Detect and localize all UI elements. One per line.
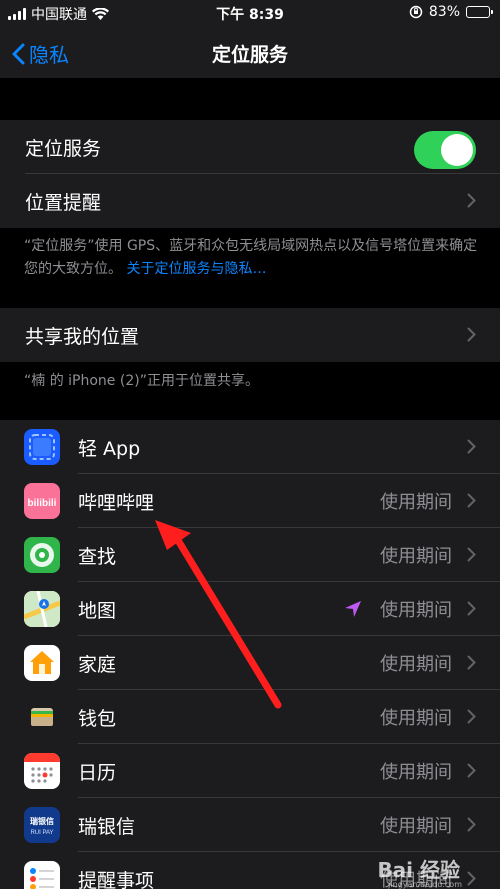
app-permission: 使用期间 [380,492,452,513]
app-name: 轻 App [78,437,141,460]
app-permission: 使用期间 [380,816,452,837]
app-name: 查找 [78,545,117,568]
page-title: 定位服务 [211,44,288,66]
app-list: 轻 App bilibili 哔哩哔哩 使用期间 查找 使用期间 地图 使用期间 [0,420,500,889]
app-permission: 使用期间 [380,600,452,621]
app-row-bilibili[interactable]: bilibili 哔哩哔哩 使用期间 [0,474,500,528]
status-bar: 中国联通 下午 8:39 83% [0,0,500,26]
app-clips-icon [24,429,60,465]
share-my-location-label: 共享我的位置 [25,325,140,348]
app-name: 提醒事项 [78,869,155,889]
location-services-row: 定位服务 [0,120,500,174]
calendar-icon [24,753,60,789]
chevron-right-icon [467,547,476,562]
wallet-icon [24,699,60,735]
bilibili-icon-text: bilibili [28,498,57,509]
reminders-icon [24,861,60,889]
app-permission: 使用期间 [380,762,452,783]
watermark-url: jingyan.baidu.com [388,880,462,889]
app-row-calendar[interactable]: 日历 使用期间 [0,744,500,798]
share-location-footnote: “楠 的 iPhone (2)”正用于位置共享。 [24,373,259,389]
chevron-right-icon [467,493,476,508]
battery-icon [466,6,493,18]
baidu-jingyan-watermark: Bai 经验 [377,858,460,882]
chevron-right-icon [467,871,476,886]
home-icon [24,645,60,681]
location-settings-group: 定位服务 位置提醒 [0,120,500,228]
app-row-app-clips[interactable]: 轻 App [0,420,500,474]
chevron-right-icon [467,439,476,454]
chevron-right-icon [467,327,476,342]
recent-location-arrow-icon [345,601,361,617]
chevron-right-icon [467,817,476,832]
share-my-location-row[interactable]: 共享我的位置 [0,308,500,362]
app-name: 日历 [78,761,117,784]
chevron-right-icon [467,763,476,778]
chevron-right-icon [467,601,476,616]
ruiyinxin-icon: 瑞银信 RUI PAY [24,807,60,843]
bilibili-icon: bilibili [24,483,60,519]
app-permission: 使用期间 [380,708,452,729]
app-row-maps[interactable]: 地图 使用期间 [0,582,500,636]
app-row-find-my[interactable]: 查找 使用期间 [0,528,500,582]
chevron-right-icon [467,709,476,724]
app-name: 钱包 [78,707,117,730]
navigation-bar: 隐私 定位服务 [0,26,500,78]
app-name: 瑞银信 [78,815,136,838]
chevron-right-icon [467,193,476,208]
location-services-label: 定位服务 [25,137,102,160]
app-row-home[interactable]: 家庭 使用期间 [0,636,500,690]
orientation-lock-icon [409,5,423,19]
app-name: 家庭 [78,653,117,676]
maps-icon [24,591,60,627]
share-location-group: 共享我的位置 [0,308,500,362]
ruiyinxin-icon-text-top: 瑞银信 [30,816,54,826]
app-row-wallet[interactable]: 钱包 使用期间 [0,690,500,744]
location-services-toggle[interactable] [414,131,476,169]
app-name: 哔哩哔哩 [78,491,155,514]
app-name: 地图 [78,599,117,622]
location-services-footnote: “定位服务”使用 GPS、蓝牙和众包无线局域网热点以及信号塔位置来确定您的大致方… [24,235,479,281]
ruiyinxin-icon-text-bottom: RUI PAY [30,830,53,836]
app-row-ruiyinxin[interactable]: 瑞银信 RUI PAY 瑞银信 使用期间 [0,798,500,852]
find-my-icon [24,537,60,573]
app-permission: 使用期间 [380,654,452,675]
chevron-right-icon [467,655,476,670]
location-alerts-label: 位置提醒 [25,191,102,214]
battery-percent: 83% [428,4,460,20]
location-alerts-row[interactable]: 位置提醒 [0,174,500,228]
about-location-privacy-link[interactable]: 关于定位服务与隐私… [126,261,266,277]
app-permission: 使用期间 [380,546,452,567]
